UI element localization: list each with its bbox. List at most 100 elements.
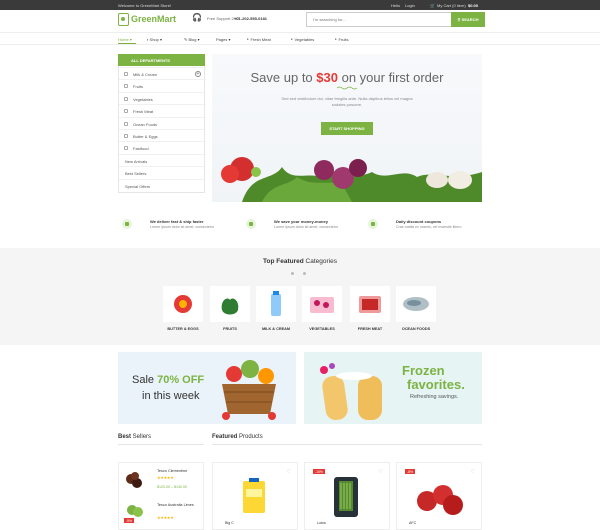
logo-icon[interactable] xyxy=(118,13,129,26)
logo[interactable]: GreenMart xyxy=(131,14,176,24)
category-ocean-foods[interactable]: OCEAN FOODS xyxy=(394,286,438,331)
category-image xyxy=(350,286,390,322)
discount-badge: -15% xyxy=(313,469,325,474)
nav-fruits[interactable]: ⚬ Fruits xyxy=(334,37,348,42)
main-nav: Home ▾ ▪ Shop ▾ ✎ Blog ▾ Pages ▾ ⚬ Fresh… xyxy=(0,32,600,45)
nav-fresh-meat[interactable]: ⚬ Fresh Meat xyxy=(246,37,271,42)
top-bar: Welcome to GreenMart Store! Hello Login … xyxy=(0,0,600,10)
hero-description: Sed sed vestibulum dui, vitae fringilla … xyxy=(281,96,413,107)
frozen-title-line1: Frozen xyxy=(402,363,445,378)
welcome-text: Welcome to GreenMart Store! xyxy=(118,3,172,8)
category-image xyxy=(163,286,203,322)
feature-delivery: We deliver fast & ship faster Lorem ipsu… xyxy=(118,210,233,240)
sidebar-item-milk-cream[interactable]: Milk & Cream + xyxy=(119,67,206,79)
expand-icon[interactable]: + xyxy=(195,71,201,77)
search-button-label: SEARCH xyxy=(461,17,479,22)
divider xyxy=(212,444,482,445)
sidebar-item-fastfood[interactable]: Fastfood xyxy=(119,141,206,153)
sidebar-link-best-sellers[interactable]: Best Sellers xyxy=(119,166,206,178)
sidebar-item-fresh-meat[interactable]: Fresh Meat xyxy=(119,104,206,116)
nav-active-indicator xyxy=(118,43,136,45)
sale-banner[interactable]: Sale 70% OFF in this week xyxy=(118,352,296,424)
product-name[interactable]: Big C xyxy=(225,521,234,525)
frozen-subtitle: Refreshing savings. xyxy=(410,394,459,400)
milk-icon xyxy=(124,72,128,76)
category-milk-cream[interactable]: MILK & CREAM xyxy=(254,286,298,331)
sidebar-link-special-offers[interactable]: Special Offers xyxy=(119,178,206,191)
percent-icon xyxy=(368,219,378,229)
product-image xyxy=(417,485,463,515)
frozen-title-line2: favorites. xyxy=(407,377,465,392)
headset-icon: 🎧 xyxy=(192,13,202,22)
fruit-icon xyxy=(124,84,128,89)
product-name[interactable]: AFC xyxy=(409,521,416,525)
nav-blog[interactable]: ✎ Blog ▾ xyxy=(184,37,200,42)
nav-pages[interactable]: Pages ▾ xyxy=(216,37,230,42)
product-name[interactable]: Tesco Clementine xyxy=(157,469,187,473)
carousel-dots xyxy=(291,272,311,276)
money-icon xyxy=(246,219,256,229)
category-butter-eggs[interactable]: BUTTER & EGGS xyxy=(161,286,205,331)
hero-title: Save up to $30 on your first order xyxy=(250,70,444,85)
sidebar-item-butter-eggs[interactable]: Butter & Eggs xyxy=(119,129,206,141)
product-card-lotus[interactable]: -15% ♡ Lotus xyxy=(304,462,390,530)
product-image xyxy=(243,478,265,513)
start-shopping-button[interactable]: START SHOPPING xyxy=(321,122,373,135)
heart-icon[interactable]: ♡ xyxy=(379,469,383,475)
search-box xyxy=(306,12,451,27)
hero-vegetables-image xyxy=(221,157,482,202)
category-image xyxy=(210,286,250,322)
category-image xyxy=(256,286,296,322)
frozen-food-image xyxy=(320,363,382,421)
cart-total: $0.00 xyxy=(468,3,479,8)
vegetable-icon xyxy=(124,96,128,101)
vegetable-basket-image xyxy=(222,360,276,420)
nav-vegetables[interactable]: ⚬ Vegetables xyxy=(290,37,314,42)
sale-subline: in this week xyxy=(142,390,200,402)
departments-sidebar: Milk & Cream + Fruits Vegetables Fresh Me… xyxy=(118,54,206,193)
carousel-dot[interactable] xyxy=(291,272,294,275)
sidebar-link-new-arrivals[interactable]: New Arrivals xyxy=(119,153,206,166)
nav-home[interactable]: Home ▾ xyxy=(118,37,132,42)
feature-save-money: We save your money-money Lorem ipsum dol… xyxy=(242,210,357,240)
category-image xyxy=(302,286,342,322)
product-card-afc[interactable]: -8% ♡ AFC xyxy=(396,462,482,530)
heart-icon[interactable]: ♡ xyxy=(471,469,475,475)
category-vegetables[interactable]: VEGETABLES xyxy=(300,286,344,331)
category-fresh-meat[interactable]: FRESH MEAT xyxy=(348,286,392,331)
sidebar-item-vegetables[interactable]: Vegetables xyxy=(119,91,206,104)
product-name[interactable]: Lotus xyxy=(317,521,326,525)
squiggle-decoration xyxy=(337,86,357,90)
egg-icon xyxy=(124,134,128,138)
rating-stars: ★★★★★ xyxy=(157,515,174,520)
all-departments-header[interactable]: ALL DEPARTMENTS xyxy=(118,54,205,66)
frozen-banner[interactable]: Frozen favorites. Refreshing savings. xyxy=(304,352,482,424)
support-phone: +01-202-555-0181 xyxy=(234,16,268,21)
hello-link[interactable]: Hello xyxy=(391,3,400,8)
category-fruits[interactable]: FRUITS xyxy=(208,286,252,331)
heart-icon[interactable]: ♡ xyxy=(287,469,291,475)
nav-shop[interactable]: ▪ Shop ▾ xyxy=(147,37,162,42)
search-button[interactable]: ⚲ SEARCH xyxy=(451,12,485,27)
feature-coupons: Daily discount coupons Cras mattis ex ma… xyxy=(364,210,479,240)
burger-icon xyxy=(124,146,128,151)
hero-banner: Save up to $30 on your first order Sed s… xyxy=(212,54,482,202)
login-link[interactable]: Login xyxy=(405,3,415,8)
product-name[interactable]: Tesco Australia Limes xyxy=(157,503,194,507)
meat-icon xyxy=(124,109,128,114)
product-card-big-c[interactable]: ♡ Big C xyxy=(212,462,298,530)
product-image xyxy=(127,505,143,517)
sidebar-item-fruits[interactable]: Fruits xyxy=(119,79,206,91)
truck-icon xyxy=(122,219,132,229)
best-sellers-title: Best Sellers xyxy=(118,434,152,440)
cart-icon[interactable]: 🛒 xyxy=(430,3,435,8)
search-input[interactable] xyxy=(307,13,451,26)
featured-products-title: Featured Products xyxy=(212,434,263,440)
category-image xyxy=(396,286,436,322)
sidebar-item-ocean-foods[interactable]: Ocean Foods xyxy=(119,116,206,129)
features-strip: We deliver fast & ship faster Lorem ipsu… xyxy=(118,210,482,240)
cart-link[interactable]: My Cart (0 item) xyxy=(437,3,466,8)
carousel-dot[interactable] xyxy=(303,272,306,275)
product-price: $120.00 – $140.00 xyxy=(157,485,187,489)
product-image xyxy=(334,477,358,517)
